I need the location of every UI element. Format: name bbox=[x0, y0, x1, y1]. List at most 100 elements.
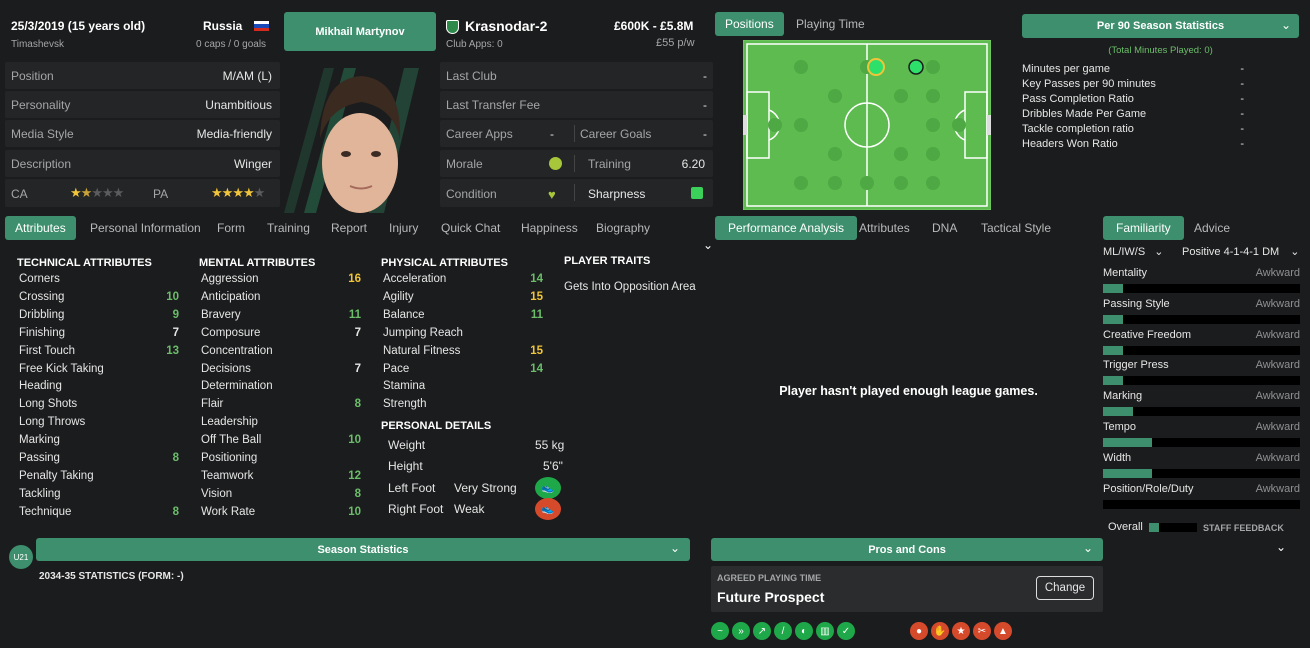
technical-attribute-row[interactable]: Long Shots bbox=[19, 398, 181, 415]
mental-attribute-row[interactable]: Flair 8 bbox=[201, 398, 363, 415]
physical-attribute-label: Natural Fitness bbox=[383, 344, 461, 357]
physical-attribute-row[interactable]: Agility 15 bbox=[383, 291, 545, 308]
staff-feedback-link[interactable]: STAFF FEEDBACK bbox=[1203, 523, 1284, 533]
mental-attribute-row[interactable]: Work Rate 10 bbox=[201, 506, 363, 523]
wage: £55 p/w bbox=[656, 37, 695, 49]
physical-attribute-row[interactable]: Stamina bbox=[383, 380, 545, 397]
attributes-menu-chevron-icon[interactable]: ⌄ bbox=[703, 238, 713, 252]
star-icon: ★ bbox=[242, 185, 255, 200]
physical-attribute-row[interactable]: Natural Fitness 15 bbox=[383, 345, 545, 362]
familiarity-bar bbox=[1103, 376, 1300, 386]
technical-attribute-row[interactable]: Dribbling 9 bbox=[19, 309, 181, 326]
season-statistics-dropdown[interactable]: Season Statistics ⌄ bbox=[36, 538, 690, 561]
physical-attribute-row[interactable]: Jumping Reach bbox=[383, 327, 545, 344]
right-foot-boot-icon: 👟 bbox=[535, 498, 561, 520]
player-name-button[interactable]: Mikhail Martynov bbox=[284, 12, 436, 51]
mental-attribute-label: Aggression bbox=[201, 273, 259, 285]
tab-attributes[interactable]: Attributes bbox=[5, 216, 76, 240]
per90-stat-label: Dribbles Made Per Game bbox=[1022, 108, 1147, 120]
tab-dna[interactable]: DNA bbox=[922, 216, 967, 240]
agreed-value: Future Prospect bbox=[717, 589, 825, 605]
per90-dropdown[interactable]: Per 90 Season Statistics ⌄ bbox=[1022, 14, 1299, 38]
tab-advice[interactable]: Advice bbox=[1184, 216, 1240, 240]
technical-attribute-row[interactable]: Tackling bbox=[19, 488, 181, 505]
tactic-select[interactable]: Positive 4-1-4-1 DM ⌄ bbox=[1182, 245, 1299, 258]
mental-attribute-value: 10 bbox=[348, 434, 361, 447]
technical-attribute-row[interactable]: First Touch 13 bbox=[19, 345, 181, 362]
tab-report[interactable]: Report bbox=[321, 216, 377, 240]
familiarity-bar-fill bbox=[1103, 284, 1123, 293]
mental-attribute-row[interactable]: Teamwork 12 bbox=[201, 470, 363, 487]
mental-attribute-row[interactable]: Aggression 16 bbox=[201, 273, 363, 290]
technical-attribute-row[interactable]: Long Throws bbox=[19, 416, 181, 433]
tab-positions[interactable]: Positions bbox=[715, 12, 784, 36]
pro-icon[interactable]: ◐ bbox=[795, 622, 813, 640]
role-select[interactable]: ML/IW/S ⌄ bbox=[1103, 245, 1163, 258]
pros-cons-dropdown[interactable]: Pros and Cons ⌄ bbox=[711, 538, 1103, 561]
technical-attribute-row[interactable]: Finishing 7 bbox=[19, 327, 181, 344]
tab-familiarity[interactable]: Familiarity bbox=[1103, 216, 1184, 240]
mental-attribute-row[interactable]: Decisions 7 bbox=[201, 363, 363, 380]
physical-attribute-row[interactable]: Acceleration 14 bbox=[383, 273, 545, 290]
nation[interactable]: Russia bbox=[203, 19, 242, 33]
pa-stars-icon: ★★★★★ bbox=[211, 185, 265, 201]
chevron-down-icon[interactable]: ⌄ bbox=[1276, 540, 1286, 554]
tab-performance-analysis[interactable]: Performance Analysis bbox=[715, 216, 858, 240]
pro-icon[interactable]: ↗ bbox=[753, 622, 771, 640]
technical-attribute-row[interactable]: Technique 8 bbox=[19, 506, 181, 523]
mental-attribute-row[interactable]: Determination bbox=[201, 380, 363, 397]
technical-attribute-row[interactable]: Penalty Taking bbox=[19, 470, 181, 487]
familiarity-rating: Awkward bbox=[1255, 421, 1300, 433]
con-icon[interactable]: ✋ bbox=[931, 622, 949, 640]
con-icon[interactable]: ✂ bbox=[973, 622, 991, 640]
familiarity-label: Tempo bbox=[1103, 421, 1137, 433]
con-icon[interactable]: ★ bbox=[952, 622, 970, 640]
pro-icon[interactable]: ✓ bbox=[837, 622, 855, 640]
mental-attribute-row[interactable]: Leadership bbox=[201, 416, 363, 433]
per90-stat-row: Pass Completion Ratio - bbox=[1022, 93, 1252, 108]
tab-happiness[interactable]: Happiness bbox=[511, 216, 588, 240]
tab-biography[interactable]: Biography bbox=[586, 216, 660, 240]
mental-attribute-row[interactable]: Concentration bbox=[201, 345, 363, 362]
tab-quick-chat[interactable]: Quick Chat bbox=[431, 216, 510, 240]
technical-attribute-row[interactable]: Free Kick Taking bbox=[19, 363, 181, 380]
technical-attribute-row[interactable]: Corners bbox=[19, 273, 181, 290]
technical-attribute-value: 8 bbox=[172, 505, 179, 518]
club-crest-icon bbox=[446, 20, 459, 34]
tab-playing-time[interactable]: Playing Time bbox=[786, 12, 875, 36]
tab-perf-attributes[interactable]: Attributes bbox=[849, 216, 920, 240]
technical-attribute-row[interactable]: Crossing 10 bbox=[19, 291, 181, 308]
technical-attribute-row[interactable]: Passing 8 bbox=[19, 452, 181, 469]
con-icon[interactable]: ● bbox=[910, 622, 928, 640]
tab-form[interactable]: Form bbox=[207, 216, 255, 240]
change-button[interactable]: Change bbox=[1036, 576, 1094, 600]
physical-attribute-row[interactable]: Balance 11 bbox=[383, 309, 545, 326]
technical-attribute-label: Heading bbox=[19, 380, 62, 393]
mental-attribute-row[interactable]: Vision 8 bbox=[201, 488, 363, 505]
mental-attribute-row[interactable]: Off The Ball 10 bbox=[201, 434, 363, 451]
mental-attribute-row[interactable]: Anticipation bbox=[201, 291, 363, 308]
pro-icon[interactable]: » bbox=[732, 622, 750, 640]
mental-attribute-row[interactable]: Composure 7 bbox=[201, 327, 363, 344]
familiarity-rating: Awkward bbox=[1255, 328, 1300, 341]
pro-icon[interactable]: / bbox=[774, 622, 792, 640]
left-foot-value: Very Strong bbox=[454, 481, 517, 495]
pro-icon[interactable]: ~ bbox=[711, 622, 729, 640]
club-name[interactable]: Krasnodar-2 bbox=[465, 18, 547, 34]
pro-icon[interactable]: ▥ bbox=[816, 622, 834, 640]
tab-training[interactable]: Training bbox=[257, 216, 320, 240]
physical-attribute-row[interactable]: Pace 14 bbox=[383, 363, 545, 380]
mental-attribute-label: Anticipation bbox=[201, 290, 261, 303]
con-icon[interactable]: ▲ bbox=[994, 622, 1012, 640]
chevron-down-icon: ⌄ bbox=[1290, 246, 1300, 258]
tab-tactical-style[interactable]: Tactical Style bbox=[971, 216, 1061, 240]
mental-attribute-row[interactable]: Positioning bbox=[201, 452, 363, 469]
chevron-down-icon: ⌄ bbox=[669, 541, 680, 555]
technical-attribute-row[interactable]: Marking bbox=[19, 434, 181, 451]
mental-attribute-row[interactable]: Bravery 11 bbox=[201, 309, 363, 326]
technical-attribute-row[interactable]: Heading bbox=[19, 380, 181, 397]
physical-attribute-row[interactable]: Strength bbox=[383, 398, 545, 415]
familiarity-bar-fill bbox=[1103, 468, 1153, 478]
tab-injury[interactable]: Injury bbox=[379, 216, 428, 240]
tab-personal-information[interactable]: Personal Information bbox=[80, 216, 211, 240]
